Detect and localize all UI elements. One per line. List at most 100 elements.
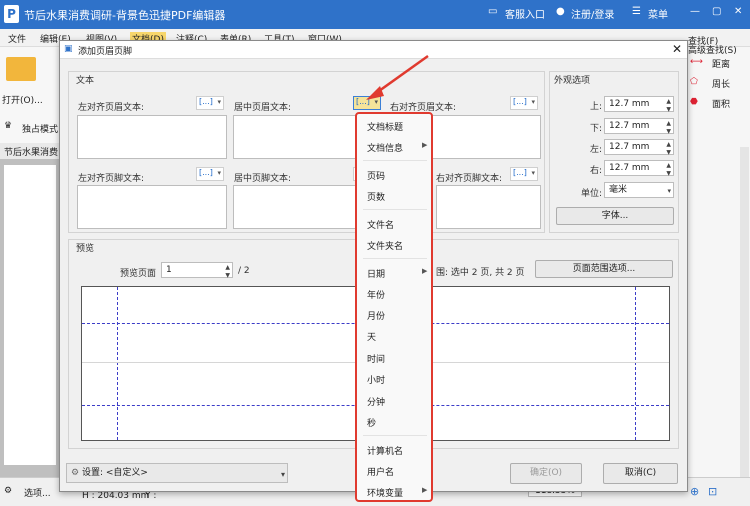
- settings-select[interactable]: ⚙ 设置: <自定义> ▾: [66, 463, 288, 483]
- user-icon[interactable]: ●: [556, 6, 565, 17]
- document-tab-label: 节后水果消费: [4, 148, 59, 158]
- settings-value: <自定义>: [105, 468, 148, 478]
- text-group-label: 文本: [76, 76, 95, 86]
- dialog-icon: ▣: [64, 44, 73, 54]
- insert-field-button-right-footer[interactable]: [...] ▾: [510, 167, 538, 181]
- left-header-label: 左对齐页眉文本:: [78, 103, 145, 113]
- unit-select[interactable]: 毫米 ▾: [604, 182, 674, 198]
- main-toolbar: 打开(O)... ♛ 独占模式: [0, 47, 60, 143]
- perimeter-button[interactable]: 周长: [712, 77, 730, 90]
- service-link[interactable]: 客服入口: [505, 6, 545, 21]
- y-readout: Y :: [145, 491, 157, 501]
- right-footer-label: 右对齐页脚文本:: [436, 174, 503, 184]
- insert-field-button-left-header[interactable]: [...] ▾: [196, 96, 224, 110]
- crown-icon: ♛: [4, 121, 13, 131]
- area-icon: ⬣: [690, 97, 698, 107]
- vertical-scrollbar[interactable]: [740, 147, 749, 477]
- left-footer-textarea[interactable]: [77, 185, 227, 229]
- left-footer-label: 左对齐页脚文本:: [78, 174, 145, 184]
- preview-guide-left: [117, 287, 118, 440]
- menu-item-document-info[interactable]: 文档信息 ▶: [367, 141, 427, 154]
- insert-field-button-left-footer[interactable]: [...] ▾: [196, 167, 224, 181]
- window-title: 节后水果消费调研-背景色迅捷PDF编辑器: [24, 9, 226, 22]
- preview-page-spinner[interactable]: 1 ▲ ▼: [161, 262, 233, 279]
- menu-item-computer-name[interactable]: 计算机名: [367, 444, 403, 457]
- appearance-label: 外观选项: [554, 76, 591, 86]
- open-button[interactable]: 打开(O)...: [2, 93, 43, 106]
- page-range-button[interactable]: 页面范围选项...: [535, 260, 673, 278]
- insert-field-button-right-header[interactable]: [...] ▾: [510, 96, 538, 110]
- left-header-textarea[interactable]: [77, 115, 227, 159]
- menu-item-month[interactable]: 月份: [367, 309, 385, 322]
- menu-item-page-number[interactable]: 页码: [367, 169, 385, 182]
- select-button[interactable]: 选项...: [24, 486, 51, 499]
- menu-item-time[interactable]: 时间: [367, 352, 385, 365]
- menu-item-folder-name[interactable]: 文件夹名: [367, 239, 403, 252]
- zoom-in-icon[interactable]: ⊕: [690, 485, 699, 498]
- annotation-arrow-icon: [366, 54, 429, 100]
- menu-icon[interactable]: ☰: [632, 6, 641, 17]
- dialog-close-button[interactable]: ✕: [672, 42, 682, 56]
- top-margin-spinner[interactable]: 12.7 mm ▲ ▼: [604, 96, 674, 113]
- bottom-margin-spinner[interactable]: 12.7 mm ▲ ▼: [604, 118, 674, 135]
- advanced-find-button[interactable]: 高级查找(S): [688, 43, 737, 56]
- folder-icon[interactable]: [6, 57, 36, 81]
- preview-guide-right: [635, 287, 636, 440]
- dialog-title: 添加页眉页脚: [78, 47, 133, 57]
- right-margin-label: 右:: [590, 166, 603, 176]
- page-canvas: [4, 165, 56, 465]
- height-readout: H : 204.03 mm: [82, 491, 150, 501]
- menu-separator: [363, 258, 427, 259]
- preview-page-total: / 2: [238, 266, 250, 276]
- maximize-button[interactable]: ▢: [712, 6, 721, 17]
- menu-separator: [363, 209, 427, 210]
- menu-item-date[interactable]: 日期 ▶: [367, 267, 427, 280]
- menu-item-minute[interactable]: 分钟: [367, 395, 385, 408]
- area-button[interactable]: 面积: [712, 97, 730, 110]
- menu-item-hour[interactable]: 小时: [367, 373, 385, 386]
- menu-item-second[interactable]: 秒: [367, 416, 376, 429]
- app-logo-icon: P: [4, 5, 19, 23]
- right-margin-spinner[interactable]: 12.7 mm ▲ ▼: [604, 160, 674, 177]
- menu-item-day[interactable]: 天: [367, 330, 376, 343]
- center-footer-label: 居中页脚文本:: [234, 174, 292, 184]
- left-margin-label: 左:: [590, 145, 603, 155]
- top-margin-label: 上:: [590, 102, 603, 112]
- exclusive-mode-button[interactable]: 独占模式: [22, 122, 58, 135]
- gear-icon[interactable]: ⚙: [4, 486, 12, 496]
- service-icon[interactable]: ▭: [488, 6, 497, 17]
- menu-item-user-name[interactable]: 用户名: [367, 465, 394, 478]
- font-button[interactable]: 字体...: [556, 207, 674, 225]
- menu-file[interactable]: 文件: [8, 32, 26, 45]
- page-range-text: 围: 选中 2 页, 共 2 页: [436, 268, 525, 278]
- perimeter-icon: ⬠: [690, 77, 698, 87]
- title-bar: P 节后水果消费调研-背景色迅捷PDF编辑器 ▭ 客服入口 ● 注册/登录 ☰ …: [0, 0, 750, 29]
- left-margin-spinner[interactable]: 12.7 mm ▲ ▼: [604, 139, 674, 156]
- settings-label: 设置:: [81, 468, 103, 478]
- preview-group-label: 预览: [76, 244, 95, 254]
- menu-link[interactable]: 菜单: [648, 6, 668, 21]
- right-footer-textarea[interactable]: [436, 185, 541, 229]
- menu-separator: [363, 435, 427, 436]
- menu-item-file-name[interactable]: 文件名: [367, 218, 394, 231]
- menu-item-environment-variable[interactable]: 环境变量 ▶: [367, 486, 427, 499]
- center-header-label: 居中页眉文本:: [234, 103, 292, 113]
- menu-item-page-count[interactable]: 页数: [367, 190, 385, 203]
- menu-item-document-title[interactable]: 文档标题: [367, 120, 403, 133]
- menu-item-year[interactable]: 年份: [367, 288, 385, 301]
- menu-separator: [363, 160, 427, 161]
- settings-gear-icon: ⚙: [71, 468, 82, 478]
- unit-label: 单位:: [581, 189, 603, 199]
- close-window-button[interactable]: ✕: [734, 6, 742, 17]
- distance-icon: ⟷: [690, 57, 703, 67]
- minimize-button[interactable]: —: [690, 6, 700, 17]
- document-area: [0, 159, 60, 477]
- insert-field-menu: 文档标题 文档信息 ▶ 页码 页数 文件名 文件夹名 日期 ▶ 年份 月份 天 时间…: [355, 112, 433, 502]
- fit-page-icon[interactable]: ⊡: [708, 485, 717, 498]
- login-link[interactable]: 注册/登录: [571, 6, 614, 21]
- ok-button[interactable]: 确定(O): [510, 463, 582, 484]
- cancel-button[interactable]: 取消(C): [603, 463, 678, 484]
- preview-page-label: 预览页面: [120, 269, 157, 279]
- distance-button[interactable]: 距离: [712, 57, 730, 70]
- document-tab[interactable]: 节后水果消费: [0, 143, 60, 159]
